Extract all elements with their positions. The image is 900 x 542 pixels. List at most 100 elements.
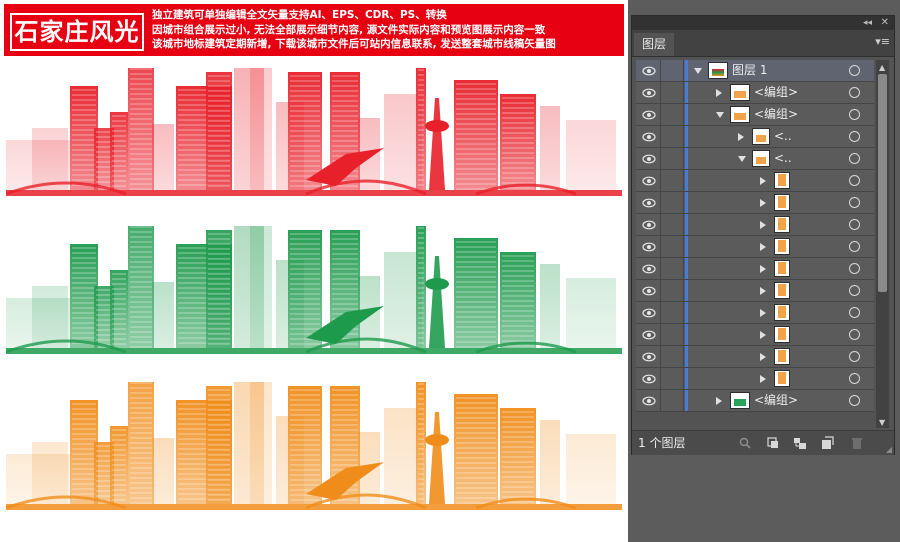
eye-icon[interactable] bbox=[642, 351, 656, 363]
lock-toggle[interactable] bbox=[660, 192, 684, 213]
target-circle-icon[interactable] bbox=[849, 65, 860, 76]
make-clipping-mask-icon[interactable] bbox=[766, 436, 780, 450]
lock-toggle[interactable] bbox=[660, 214, 684, 235]
lock-toggle[interactable] bbox=[660, 280, 684, 301]
sublayer-row[interactable] bbox=[636, 302, 874, 324]
target-circle-icon[interactable] bbox=[849, 219, 860, 230]
panel-menu-icon[interactable]: ▾≡ bbox=[875, 35, 890, 48]
chevron-down-icon[interactable] bbox=[694, 68, 702, 74]
eye-icon[interactable] bbox=[642, 395, 656, 407]
layer-thumbnail bbox=[774, 326, 790, 343]
tab-layers[interactable]: 图层 bbox=[634, 33, 674, 56]
close-icon[interactable]: ✕ bbox=[881, 16, 889, 30]
eye-icon[interactable] bbox=[642, 153, 656, 165]
lock-toggle[interactable] bbox=[660, 104, 684, 125]
chevron-right-icon[interactable] bbox=[760, 375, 766, 383]
chevron-right-icon[interactable] bbox=[760, 353, 766, 361]
chevron-right-icon[interactable] bbox=[760, 243, 766, 251]
sublayer-row[interactable] bbox=[636, 346, 874, 368]
new-layer-icon[interactable] bbox=[820, 436, 834, 450]
eye-icon[interactable] bbox=[642, 65, 656, 77]
chevron-right-icon[interactable] bbox=[760, 177, 766, 185]
target-circle-icon[interactable] bbox=[849, 153, 860, 164]
layer-row[interactable]: 图层 1 bbox=[636, 60, 874, 82]
eye-icon[interactable] bbox=[642, 109, 656, 121]
chevron-right-icon[interactable] bbox=[760, 331, 766, 339]
chevron-right-icon[interactable] bbox=[760, 287, 766, 295]
sublayer-row[interactable]: <.. bbox=[636, 126, 874, 148]
sublayer-row[interactable]: <编组> bbox=[636, 390, 874, 412]
collapse-icon[interactable]: ◂◂ bbox=[863, 16, 872, 30]
sublayer-row[interactable] bbox=[636, 236, 874, 258]
lock-toggle[interactable] bbox=[660, 346, 684, 367]
resize-grip-icon[interactable]: ◢ bbox=[886, 445, 892, 454]
eye-icon[interactable] bbox=[642, 175, 656, 187]
sublayer-row[interactable] bbox=[636, 214, 874, 236]
eye-icon[interactable] bbox=[642, 307, 656, 319]
eye-icon[interactable] bbox=[642, 329, 656, 341]
chevron-down-icon[interactable] bbox=[738, 156, 746, 162]
target-circle-icon[interactable] bbox=[849, 109, 860, 120]
target-circle-icon[interactable] bbox=[849, 197, 860, 208]
lock-toggle[interactable] bbox=[660, 170, 684, 191]
chevron-right-icon[interactable] bbox=[716, 89, 722, 97]
lock-toggle[interactable] bbox=[660, 82, 684, 103]
eye-icon[interactable] bbox=[642, 241, 656, 253]
sublayer-row[interactable]: <.. bbox=[636, 148, 874, 170]
lock-toggle[interactable] bbox=[660, 258, 684, 279]
sublayer-row[interactable] bbox=[636, 280, 874, 302]
new-sublayer-icon[interactable] bbox=[793, 436, 807, 450]
building-silhouette bbox=[152, 282, 174, 348]
target-circle-icon[interactable] bbox=[849, 87, 860, 98]
lock-toggle[interactable] bbox=[660, 390, 684, 411]
scroll-up-icon[interactable]: ▲ bbox=[879, 63, 885, 72]
target-circle-icon[interactable] bbox=[849, 307, 860, 318]
sublayer-row[interactable] bbox=[636, 368, 874, 390]
panel-title-bar[interactable]: ◂◂ ✕ bbox=[632, 16, 894, 30]
lock-toggle[interactable] bbox=[660, 126, 684, 147]
scrollbar-thumb[interactable] bbox=[878, 74, 887, 292]
eye-icon[interactable] bbox=[642, 131, 656, 143]
building-silhouette bbox=[250, 382, 272, 504]
skyline-orange[interactable] bbox=[6, 382, 622, 512]
eye-icon[interactable] bbox=[642, 285, 656, 297]
sublayer-row[interactable]: <编组> bbox=[636, 82, 874, 104]
chevron-right-icon[interactable] bbox=[760, 221, 766, 229]
lock-toggle[interactable] bbox=[660, 60, 684, 81]
target-circle-icon[interactable] bbox=[849, 263, 860, 274]
lock-toggle[interactable] bbox=[660, 236, 684, 257]
delete-icon[interactable] bbox=[850, 436, 864, 450]
chevron-right-icon[interactable] bbox=[738, 133, 744, 141]
target-circle-icon[interactable] bbox=[849, 131, 860, 142]
chevron-right-icon[interactable] bbox=[760, 199, 766, 207]
target-circle-icon[interactable] bbox=[849, 241, 860, 252]
skyline-red[interactable] bbox=[6, 68, 622, 198]
chevron-right-icon[interactable] bbox=[760, 265, 766, 273]
eye-icon[interactable] bbox=[642, 219, 656, 231]
eye-icon[interactable] bbox=[642, 197, 656, 209]
chevron-right-icon[interactable] bbox=[760, 309, 766, 317]
sublayer-row[interactable] bbox=[636, 192, 874, 214]
target-circle-icon[interactable] bbox=[849, 329, 860, 340]
eye-icon[interactable] bbox=[642, 87, 656, 99]
skyline-green[interactable] bbox=[6, 226, 622, 356]
chevron-right-icon[interactable] bbox=[716, 397, 722, 405]
lock-toggle[interactable] bbox=[660, 324, 684, 345]
eye-icon[interactable] bbox=[642, 263, 656, 275]
target-circle-icon[interactable] bbox=[849, 175, 860, 186]
target-circle-icon[interactable] bbox=[849, 395, 860, 406]
sublayer-row[interactable] bbox=[636, 170, 874, 192]
search-icon[interactable] bbox=[738, 436, 752, 450]
target-circle-icon[interactable] bbox=[849, 285, 860, 296]
lock-toggle[interactable] bbox=[660, 148, 684, 169]
sublayer-row[interactable] bbox=[636, 258, 874, 280]
lock-toggle[interactable] bbox=[660, 302, 684, 323]
sublayer-row[interactable] bbox=[636, 324, 874, 346]
eye-icon[interactable] bbox=[642, 373, 656, 385]
lock-toggle[interactable] bbox=[660, 368, 684, 389]
chevron-down-icon[interactable] bbox=[716, 112, 724, 118]
target-circle-icon[interactable] bbox=[849, 351, 860, 362]
target-circle-icon[interactable] bbox=[849, 373, 860, 384]
sublayer-row[interactable]: <编组> bbox=[636, 104, 874, 126]
scroll-down-icon[interactable]: ▼ bbox=[879, 418, 885, 427]
